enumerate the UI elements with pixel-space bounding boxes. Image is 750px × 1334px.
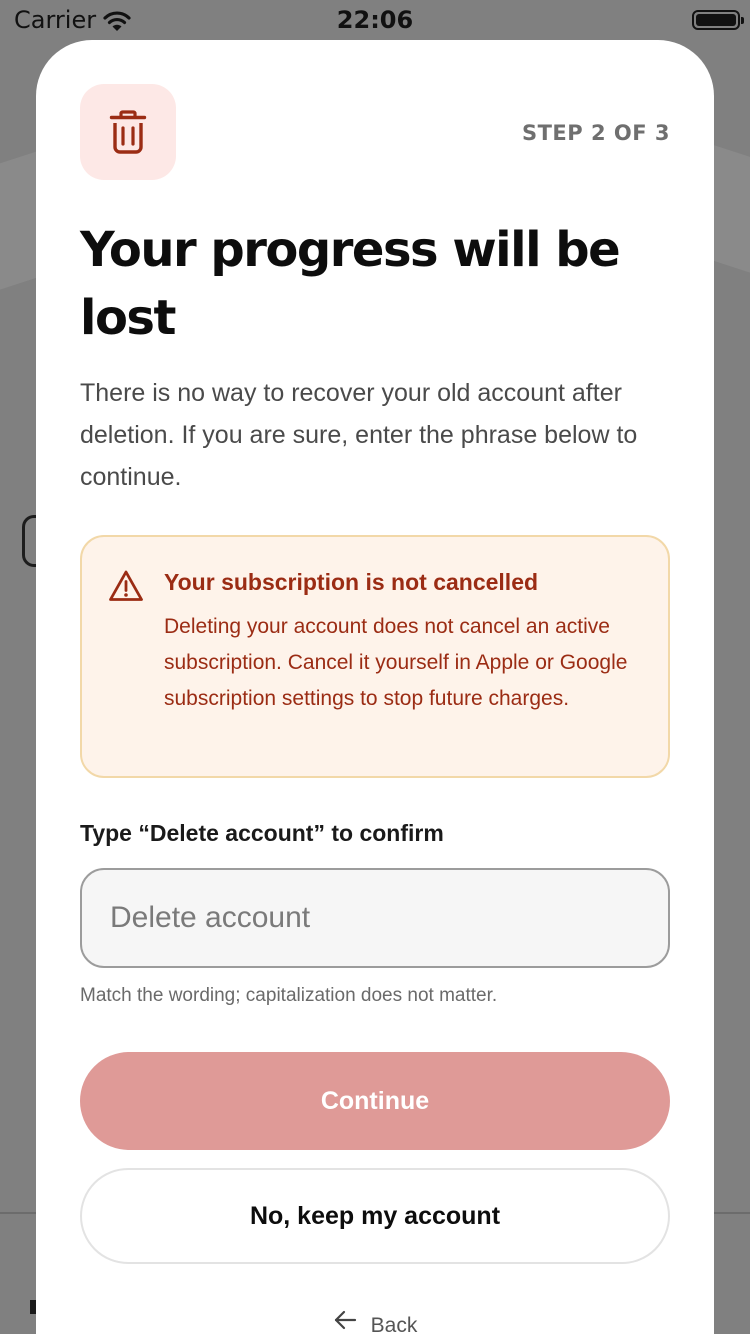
continue-button[interactable]: Continue xyxy=(80,1052,670,1150)
confirm-field-label: Type “Delete account” to confirm xyxy=(80,820,444,846)
page-title: Your progress will be lost xyxy=(80,222,621,346)
subscription-warning-box: Your subscription is not cancelled Delet… xyxy=(80,535,670,778)
back-label: Back xyxy=(370,1314,418,1334)
warning-body: Deleting your account does not cancel an… xyxy=(164,615,628,710)
trash-icon xyxy=(109,110,147,154)
warning-triangle-icon xyxy=(109,570,143,601)
arrow-left-icon xyxy=(334,1310,356,1330)
back-link[interactable]: Back xyxy=(36,1302,714,1334)
confirm-phrase-input[interactable] xyxy=(80,868,670,968)
intro-text: There is no way to recover your old acco… xyxy=(80,379,638,491)
step-indicator: STEP 2 OF 3 xyxy=(521,121,670,145)
battery-icon xyxy=(692,10,744,30)
trash-icon-tile xyxy=(80,84,176,180)
confirm-hint: Match the wording; capitalization does n… xyxy=(80,985,498,1006)
status-bar: Carrier 22:06 xyxy=(0,0,750,40)
clock: 22:06 xyxy=(336,6,414,34)
delete-account-sheet: STEP 2 OF 3 Your progress will be lost T… xyxy=(36,40,714,1334)
warning-title: Your subscription is not cancelled xyxy=(164,569,539,595)
keep-account-button[interactable]: No, keep my account xyxy=(80,1168,670,1264)
